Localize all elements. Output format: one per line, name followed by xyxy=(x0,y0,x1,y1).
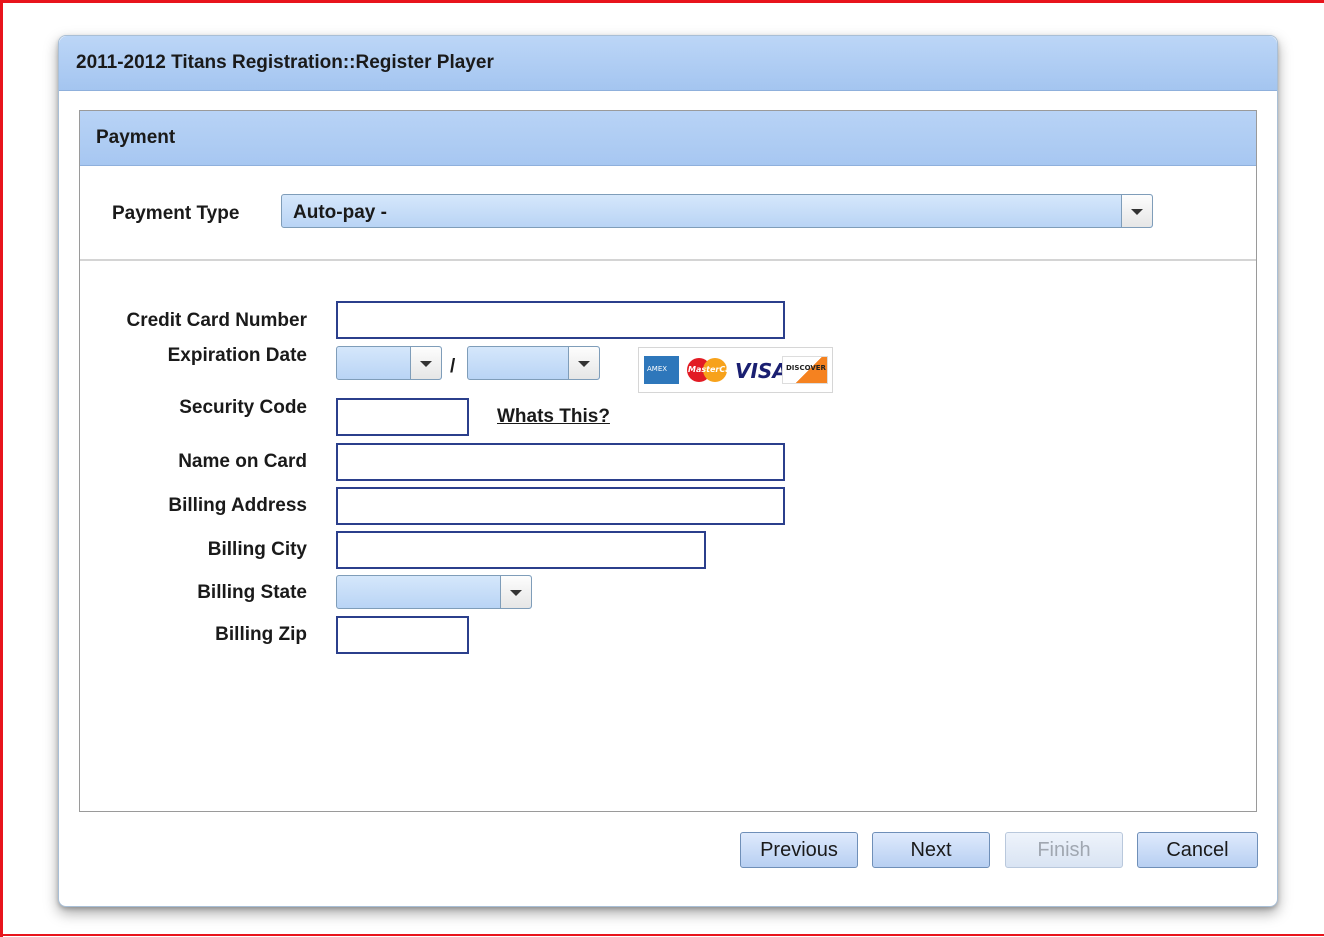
frame-bottom-border xyxy=(0,934,1324,936)
finish-button: Finish xyxy=(1005,832,1123,868)
credit-card-number-input[interactable] xyxy=(336,301,785,339)
chevron-down-icon xyxy=(1131,209,1143,215)
discover-icon: DISCOVER xyxy=(782,356,828,384)
chevron-down-icon xyxy=(420,361,432,367)
billing-zip-label: Billing Zip xyxy=(215,624,307,645)
panel-title: Payment xyxy=(96,127,176,148)
accepted-cards: AMEX MasterCard VISA DISCOVER xyxy=(638,347,833,393)
expiration-month-select[interactable] xyxy=(336,346,442,380)
billing-state-label: Billing State xyxy=(197,582,307,603)
name-on-card-input[interactable] xyxy=(336,443,785,481)
billing-city-input[interactable] xyxy=(336,531,706,569)
payment-panel-header: Payment xyxy=(80,111,1256,166)
dialog-title: 2011-2012 Titans Registration::Register … xyxy=(76,52,494,73)
registration-dialog: 2011-2012 Titans Registration::Register … xyxy=(58,35,1278,907)
frame-top-border xyxy=(0,0,1324,3)
name-on-card-label: Name on Card xyxy=(178,451,307,472)
section-divider xyxy=(80,259,1256,261)
payment-type-dropdown-button[interactable] xyxy=(1121,195,1152,227)
billing-zip-input[interactable] xyxy=(336,616,469,654)
billing-address-input[interactable] xyxy=(336,487,785,525)
mastercard-icon: MasterCard xyxy=(684,356,740,384)
whats-this-link[interactable]: Whats This? xyxy=(497,406,610,428)
expiration-separator: / xyxy=(450,356,456,377)
billing-state-select[interactable] xyxy=(336,575,532,609)
expiration-date-label: Expiration Date xyxy=(167,345,307,366)
credit-card-number-label: Credit Card Number xyxy=(126,310,307,331)
chevron-down-icon xyxy=(578,361,590,367)
cancel-button[interactable]: Cancel xyxy=(1137,832,1258,868)
security-code-label: Security Code xyxy=(179,397,307,418)
billing-state-dropdown-button[interactable] xyxy=(500,576,531,608)
dialog-titlebar[interactable]: 2011-2012 Titans Registration::Register … xyxy=(59,36,1277,91)
previous-button[interactable]: Previous xyxy=(740,832,858,868)
visa-icon: VISA xyxy=(735,359,788,383)
expiration-year-dropdown-button[interactable] xyxy=(568,347,599,379)
security-code-input[interactable] xyxy=(336,398,469,436)
payment-type-value: Auto-pay - xyxy=(293,202,387,223)
chevron-down-icon xyxy=(510,590,522,596)
billing-address-label: Billing Address xyxy=(168,495,307,516)
frame-left-border xyxy=(0,0,3,937)
payment-type-select[interactable]: Auto-pay - xyxy=(281,194,1153,228)
payment-type-label: Payment Type xyxy=(112,203,240,224)
expiration-month-dropdown-button[interactable] xyxy=(410,347,441,379)
billing-city-label: Billing City xyxy=(207,539,307,560)
expiration-year-select[interactable] xyxy=(467,346,600,380)
next-button[interactable]: Next xyxy=(872,832,990,868)
amex-icon: AMEX xyxy=(644,356,679,384)
